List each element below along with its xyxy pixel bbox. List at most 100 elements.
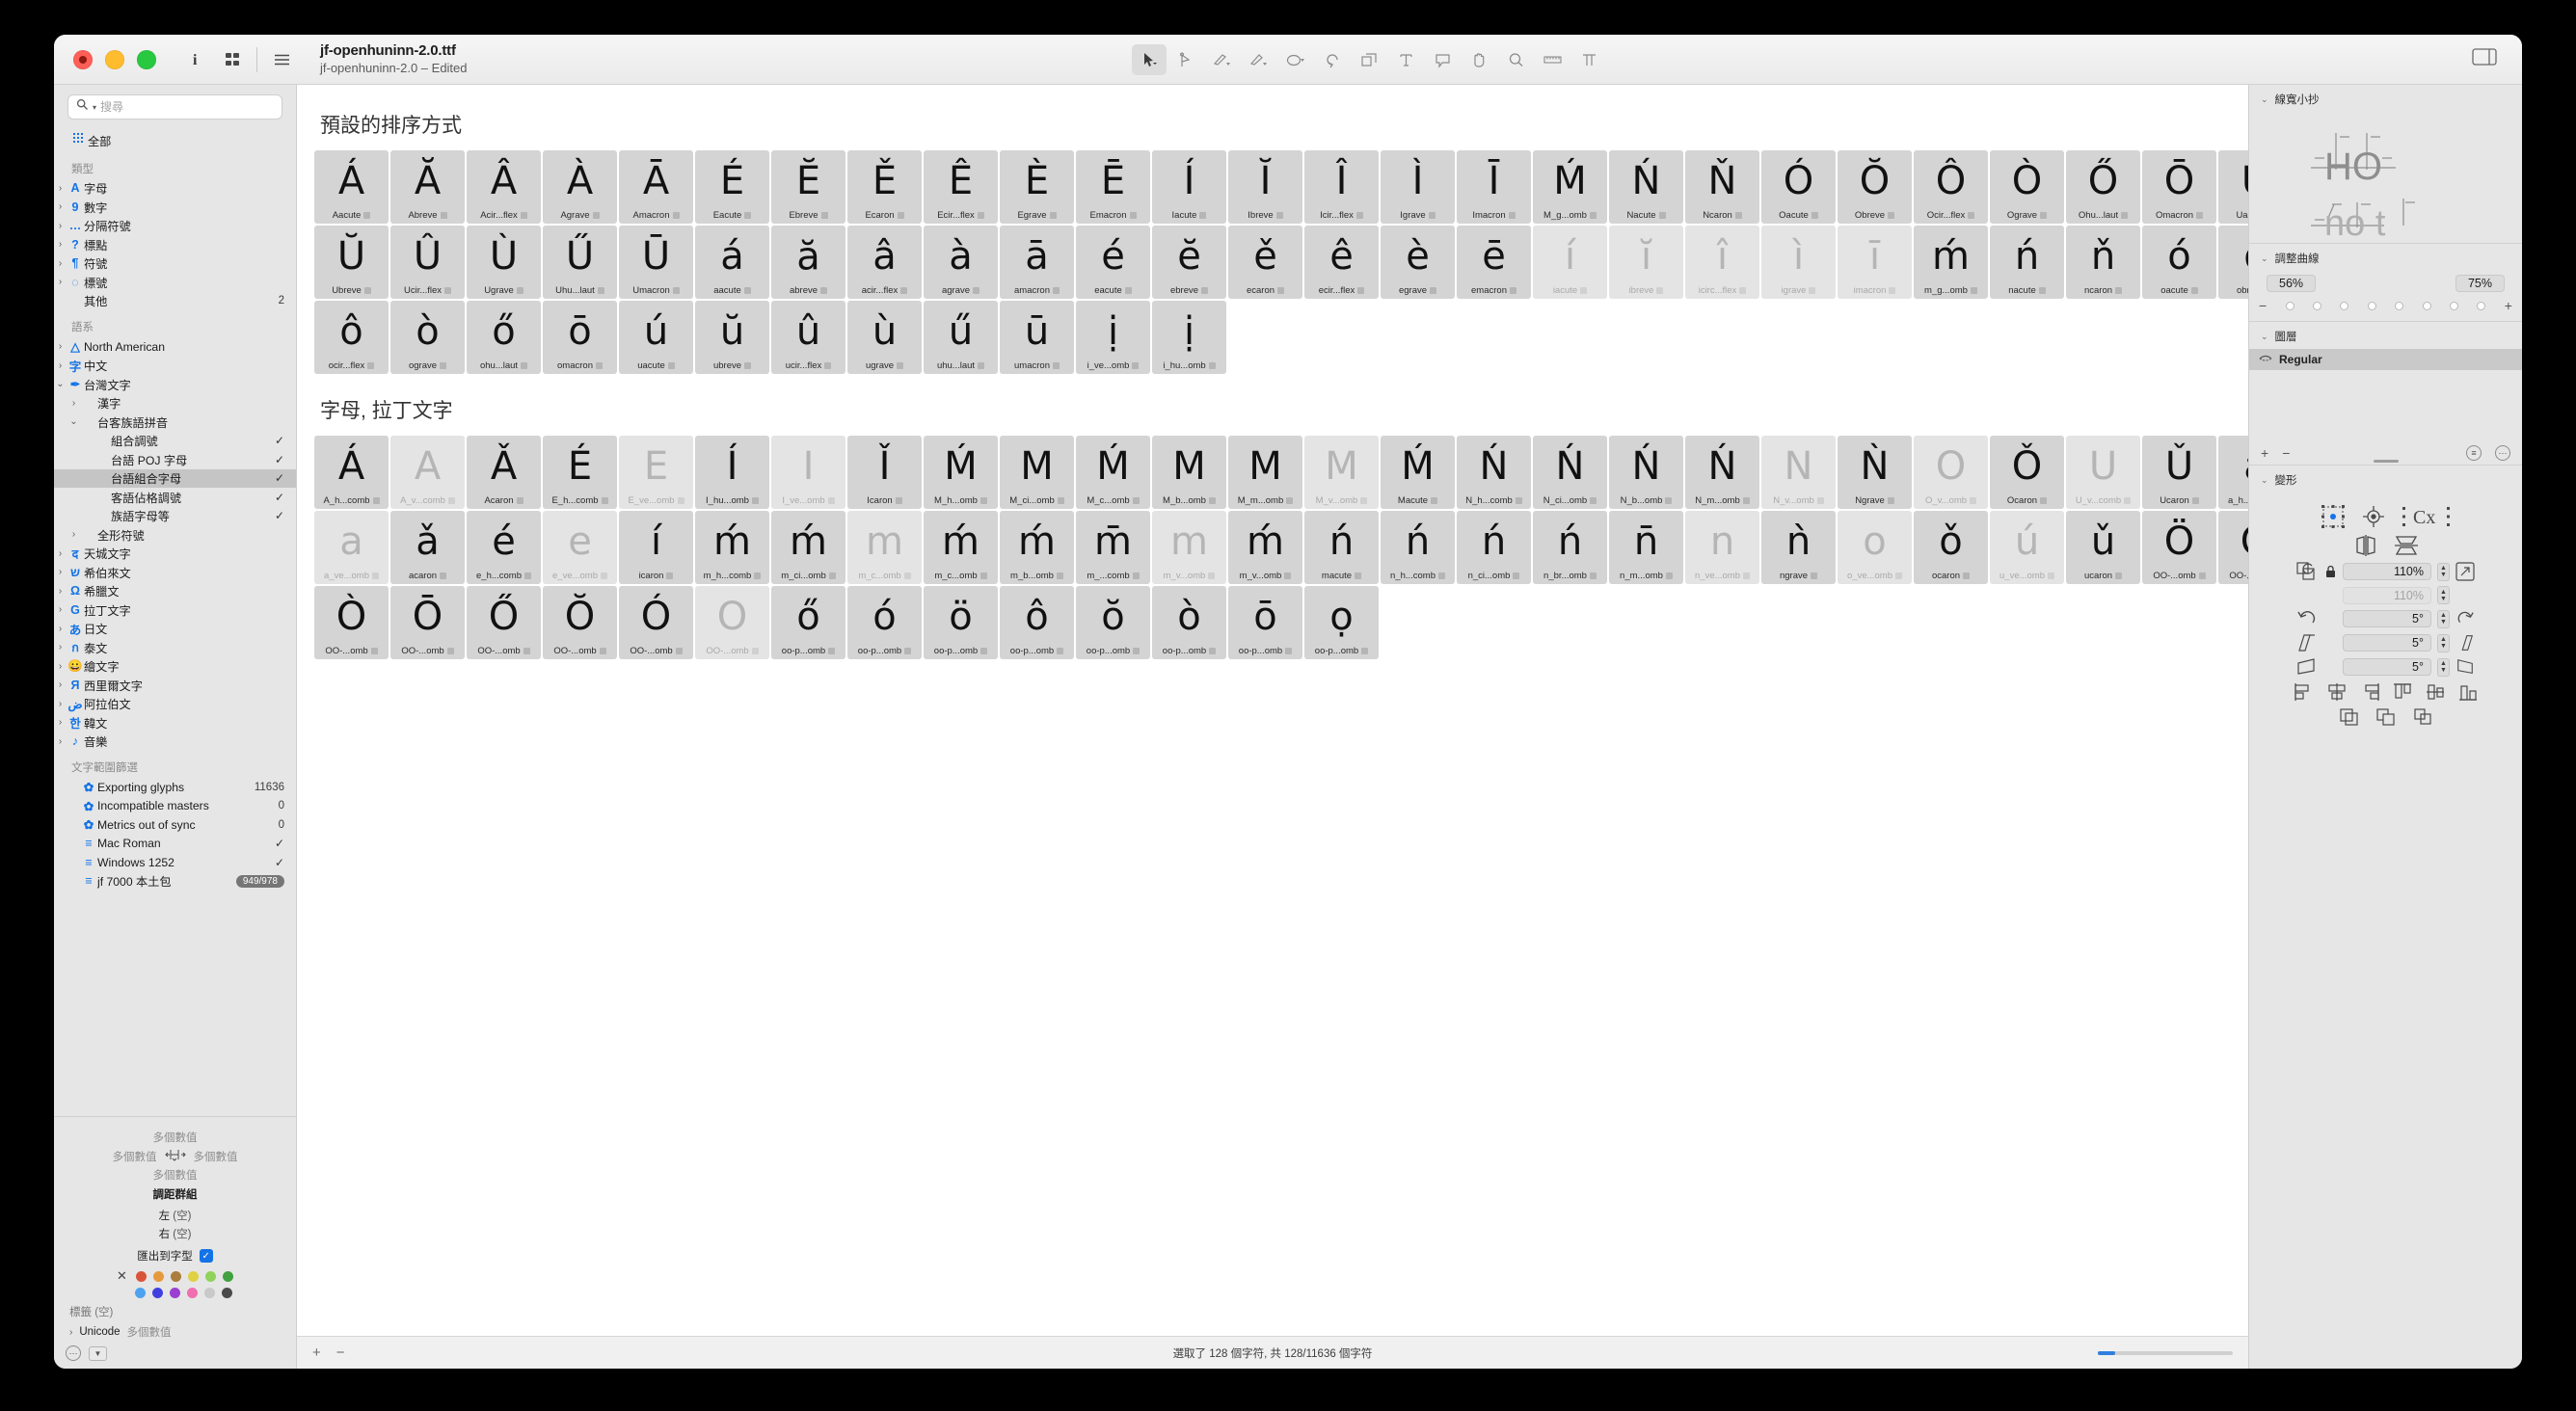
sidebar-item-0[interactable]: ✿ Exporting glyphs 11636 [54,778,296,797]
slant-right-icon[interactable] [2455,633,2475,652]
curve-right-percent[interactable]: 75% [2455,275,2505,292]
kerning-left-value[interactable]: (空) [173,1211,191,1222]
chevron-right-icon[interactable]: › [69,1327,72,1338]
color-swatch[interactable] [186,1288,198,1298]
annotation-tool[interactable] [1425,44,1460,75]
chevron-right-icon[interactable]: › [54,277,67,287]
sidebar-item-4[interactable]: ≡ Windows 1252 ✓ [54,853,296,872]
chevron-right-icon[interactable]: › [54,183,67,194]
glyph-cell[interactable]: Ö OO-...omb [2142,511,2216,584]
color-swatch[interactable] [221,1288,232,1298]
scale-down-icon[interactable] [2296,562,2318,581]
glyph-cell[interactable]: Ň Ncaron [1685,150,1759,224]
scale-y-field[interactable]: 110% [2343,586,2431,604]
sidebar-item-1[interactable]: ✿ Incompatible masters 0 [54,797,296,816]
layer-options-icon[interactable]: ⋯ [2495,445,2510,461]
chevron-right-icon[interactable]: › [54,258,67,269]
zoom-slider[interactable] [2098,1350,2233,1355]
layers-header[interactable]: ⌄ 圖層 [2249,322,2522,349]
glyph-cell[interactable]: n̄ n_m...omb [1609,511,1683,584]
glyph-cell[interactable]: Ǹ Ngrave [1838,436,1912,509]
glyph-cell[interactable]: ō omacron [543,301,617,374]
glyph-cell[interactable]: ǒ ocaron [1914,511,1988,584]
glyph-cell[interactable]: M M_b...omb [1152,436,1226,509]
glyph-cell[interactable]: Á A_h...comb [314,436,389,509]
glyph-cell[interactable]: Î Icir...flex [1304,150,1379,224]
chevron-down-icon[interactable]: ⌄ [2261,94,2268,105]
scale-x-stepper[interactable]: ▲ ▼ [2437,562,2450,581]
chevron-right-icon[interactable]: › [54,717,67,728]
unicode-row[interactable]: › Unicode 多個數值 [54,1324,296,1340]
sidebar-item-18[interactable]: › Я 西里爾文字 [54,676,296,695]
chevron-right-icon[interactable]: › [54,201,67,212]
curve-preset-dot[interactable] [2449,301,2458,310]
info-icon[interactable]: i [177,43,214,76]
left-sidebearing-value[interactable]: 多個數值 [113,1149,157,1164]
glyph-cell[interactable]: Ḿ M_c...omb [1076,436,1150,509]
glyph-cell[interactable]: ő ohu...laut [467,301,541,374]
glyph-cell[interactable]: Ő Ohu...laut [2066,150,2140,224]
sidebar-item-1[interactable]: › 字中文 [54,357,296,376]
glyph-cell[interactable]: é eacute [1076,226,1150,299]
skew-left-icon[interactable] [2296,657,2318,677]
rotate-stepper[interactable]: ▲ ▼ [2437,609,2450,628]
glyph-cell[interactable]: ŏ oo-p...omb [1076,586,1150,659]
chevron-right-icon[interactable]: › [54,642,67,652]
sidebar-item-all[interactable]: 全部 [54,131,296,150]
sidebar-item-2[interactable]: ⌄ ✒ 台灣文字 [54,375,296,394]
chevron-right-icon[interactable]: › [54,548,67,559]
glyph-cell[interactable]: Ŭ Ubreve [314,226,389,299]
glyph-cell[interactable]: ă abreve [771,226,845,299]
glyph-cell[interactable]: Á Aacute [314,150,389,224]
align-bottom-icon[interactable] [2457,682,2479,702]
slant-left-icon[interactable] [2296,633,2318,652]
Cx-transform-icon[interactable]: Cx [2402,504,2452,529]
glyph-cell[interactable]: m̄ m_...comb [1076,511,1150,584]
skew-field[interactable]: 5° [2343,658,2431,676]
rotate-field[interactable]: 5° [2343,610,2431,627]
chevron-right-icon[interactable]: › [54,699,67,709]
chevron-right-icon[interactable]: › [54,567,67,577]
sidebar-item-5[interactable]: › ◌ 標號 [54,273,296,292]
align-vcenter-icon[interactable] [2425,682,2446,702]
list-view-icon[interactable] [263,43,300,76]
glyph-cell[interactable]: ì igrave [1761,226,1836,299]
glyph-cell[interactable]: ḿ m_h...comb [695,511,769,584]
sidebar-item-3[interactable]: ›? 標點 [54,235,296,254]
curve-preset-dot[interactable] [2312,301,2321,310]
glyph-cell[interactable]: m m_v...omb [1152,511,1226,584]
sidebar-item-12[interactable]: › ש 希伯來文 [54,563,296,582]
glyph-cell[interactable]: É E_h...comb [543,436,617,509]
glyph-cell[interactable]: M M_ci...omb [1000,436,1074,509]
glyph-cell[interactable]: Ē Emacron [1076,150,1150,224]
skew-right-icon[interactable] [2455,657,2475,677]
text-tool[interactable] [1388,44,1423,75]
curve-left-percent[interactable]: 56% [2267,275,2317,292]
scale-up-icon[interactable] [2455,562,2475,581]
sidebar-item-5[interactable]: ≡ jf 7000 本土包 949/978 [54,872,296,892]
export-to-font-checkbox[interactable]: ✓ [199,1249,213,1263]
sidebar-item-8[interactable]: 客語佔格調號 ✓ [54,488,296,507]
rotate-cw-icon[interactable] [2455,609,2475,628]
chevron-right-icon[interactable]: › [54,679,67,690]
sidebar-item-10[interactable]: › 全形符號 [54,525,296,545]
glyph-cell[interactable]: O OO-...omb [695,586,769,659]
glyph-cell[interactable]: Ḿ M_g...omb [1533,150,1607,224]
align-hcenter-icon[interactable] [2326,682,2348,702]
color-swatch[interactable] [170,1270,181,1282]
glyph-cell[interactable]: Ō Omacron [2142,150,2216,224]
right-sidebearing-value[interactable]: 多個數值 [194,1149,238,1164]
glyph-cell[interactable]: Í I_hu...omb [695,436,769,509]
color-swatch[interactable] [151,1288,163,1298]
chevron-right-icon[interactable]: › [54,604,67,615]
curve-preset-dot[interactable] [2340,301,2349,310]
glyph-cell[interactable]: Ê Ecir...flex [924,150,998,224]
chevron-down-icon[interactable]: ⌄ [2261,253,2268,264]
glyph-cell[interactable]: Ò Ograve [1990,150,2064,224]
glyph-cell[interactable]: Ō OO-...omb [390,586,465,659]
glyph-cell[interactable]: ö oo-p...omb [924,586,998,659]
glyph-cell[interactable]: Ù Ugrave [467,226,541,299]
chevron-right-icon[interactable]: › [67,398,80,409]
glyph-cell[interactable]: ĭ ibreve [1609,226,1683,299]
glyph-cell[interactable]: î icirc...flex [1685,226,1759,299]
